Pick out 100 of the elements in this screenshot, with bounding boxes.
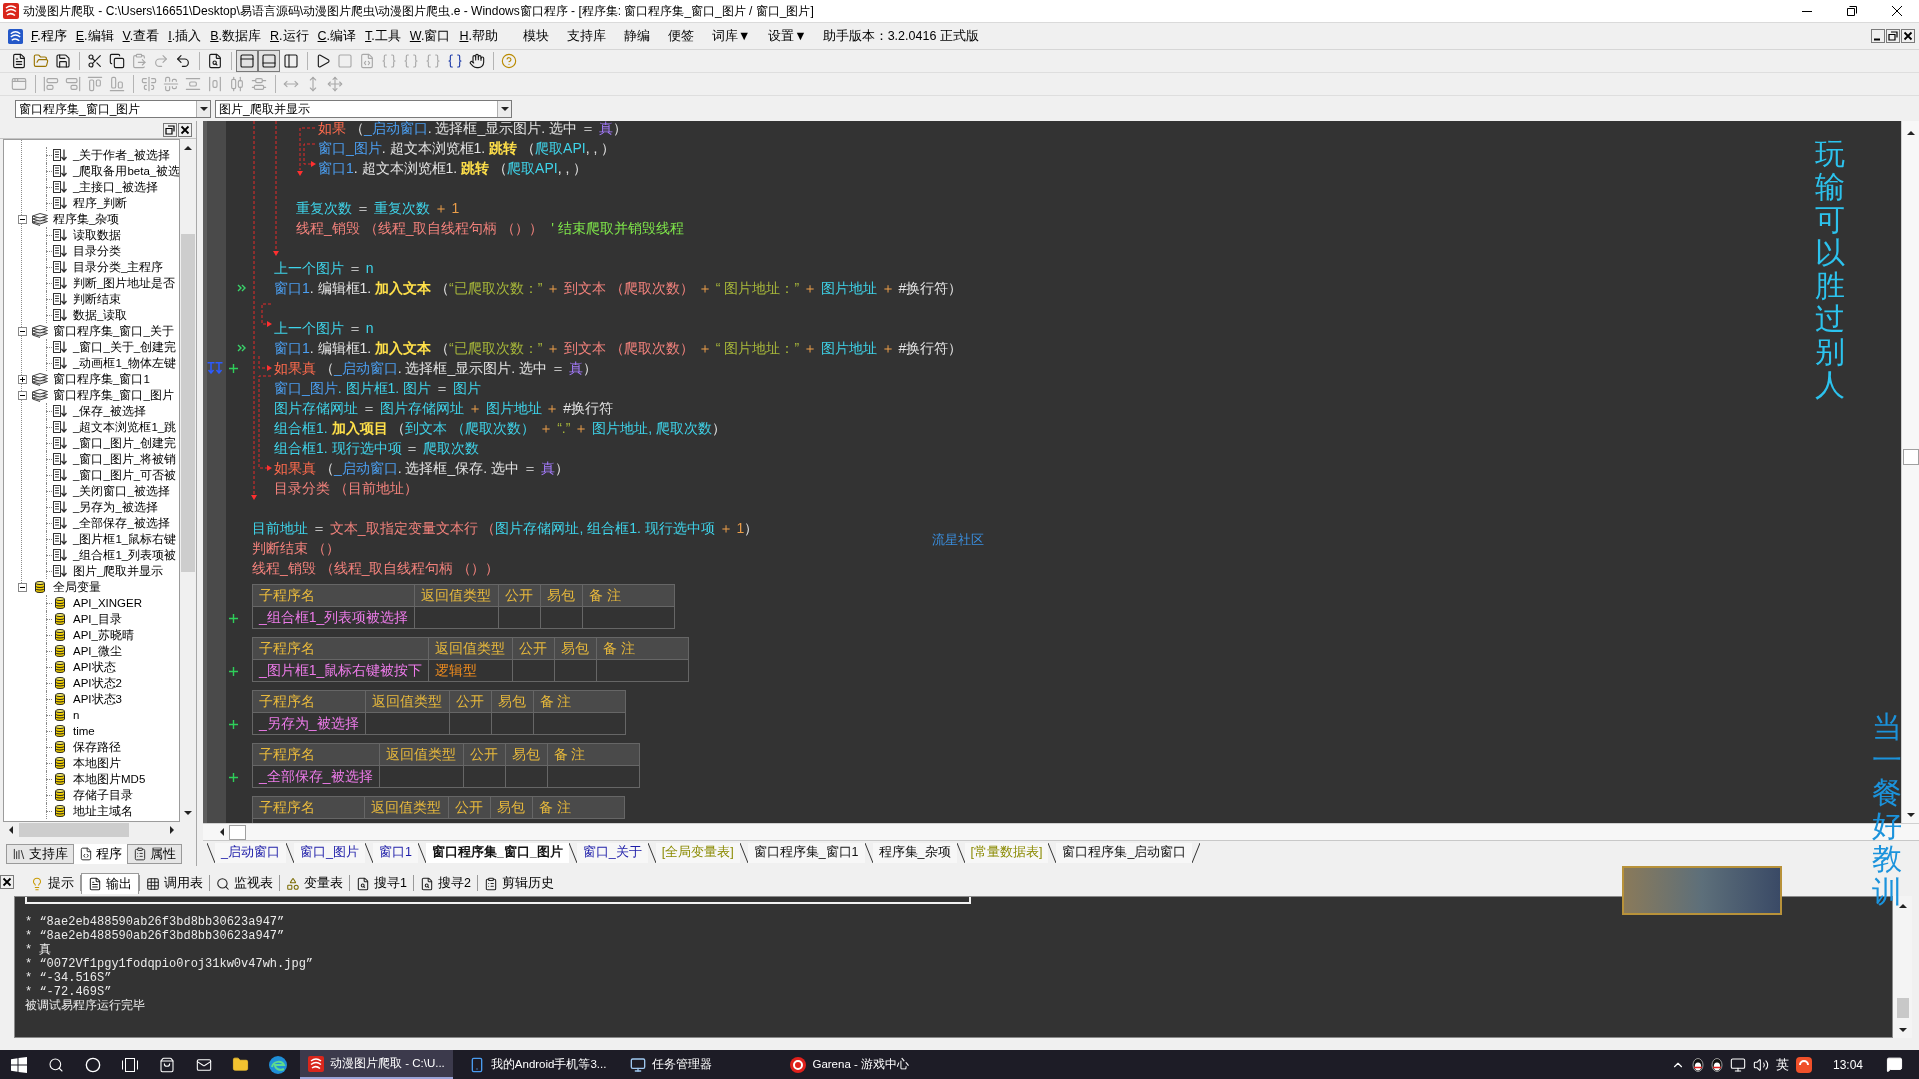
tree-item[interactable]: API状态3 [73,691,122,707]
panel-tab[interactable]: 属性 [127,844,182,864]
tree-item[interactable]: API_苏晓晴 [73,627,134,643]
editor-tab[interactable]: 窗口_关于 [576,842,648,863]
circle-icon[interactable] [84,1056,101,1073]
panel-tab[interactable]: 搜寻1 [350,873,413,894]
menu-item[interactable]: 词库▼ [711,28,751,44]
tree-item[interactable]: _组合框1_列表项被 [73,547,177,563]
tree-item[interactable]: 判断结束 [73,291,121,307]
tree-item[interactable]: 图片_爬取并显示 [73,563,164,579]
speaker-icon[interactable] [1752,1056,1769,1073]
right-arrow-icon[interactable] [170,826,174,834]
scrollbar-thumb[interactable] [1896,998,1909,1018]
plus-icon[interactable] [229,363,238,373]
editor-tab[interactable]: 程序集_杂项 [872,842,957,863]
tree-item[interactable]: 窗口程序集_窗口_关于 [53,323,174,339]
plus-icon[interactable] [229,613,238,623]
tree-item[interactable]: API_目录 [73,611,122,627]
tree-item[interactable]: 数据_读取 [73,307,128,323]
input-method-icon[interactable] [1795,1056,1812,1073]
copy-icon[interactable] [109,53,125,69]
expand-icon[interactable] [17,374,27,384]
tree-item[interactable]: _超文本浏览框1_跳 [73,419,177,435]
panel-tab[interactable]: 提示 [24,873,80,894]
editor-tab[interactable]: 窗口_图片 [293,842,365,863]
collapse-icon[interactable] [17,214,27,224]
editor-tab[interactable]: 窗口程序集_窗口1 [747,842,865,863]
menu-item[interactable]: W.窗口 [409,28,451,44]
plus-icon[interactable] [229,719,238,729]
taskbar-button[interactable]: Garena - 游戏中心 [782,1050,935,1079]
folder-icon[interactable] [232,1056,249,1073]
down-arrow-icon[interactable] [184,811,192,815]
plus-icon[interactable] [229,772,238,782]
tree-item[interactable]: _保存_被选择 [73,403,146,419]
tree-item[interactable]: 本地图片MD5 [73,771,146,787]
close-icon[interactable] [0,875,14,889]
menu-item[interactable]: R.运行 [270,28,309,44]
restore-icon[interactable] [163,122,177,137]
tree-item[interactable]: time [73,723,95,739]
scrollbar-thumb[interactable] [1902,449,1919,465]
scrollbar-thumb[interactable] [19,823,129,837]
panel-tab[interactable]: 监视表 [210,873,279,894]
left-arrow-icon[interactable] [9,826,13,834]
tree-item[interactable]: API_微尘 [73,643,122,659]
left-arrow-icon[interactable] [220,828,224,836]
tree-item[interactable]: 判断_图片地址是否 [73,275,176,291]
tree-item[interactable]: _窗口_图片_将被销 [73,451,177,467]
community-link[interactable]: 流星社区 [932,530,984,550]
tree-item[interactable]: _爬取备用beta_被选 [73,163,179,179]
collapse-icon[interactable] [17,390,27,400]
task-view-icon[interactable] [121,1057,138,1072]
tree-item[interactable]: _全部保存_被选择 [73,515,170,531]
tree-item[interactable]: 全局变量 [53,579,101,595]
tree-item[interactable]: API状态 [73,659,116,675]
tree-item[interactable]: 本地图片 [73,755,121,771]
selector-dropdown[interactable]: 图片_爬取并显示 [215,99,512,118]
close-icon[interactable] [1891,6,1902,16]
menu-item[interactable]: 设置▼ [768,28,807,44]
clock[interactable]: 13:04 [1832,1055,1863,1074]
menu-item[interactable]: C.编译 [317,28,357,44]
tree-item[interactable]: _图片框1_鼠标右键 [73,531,177,547]
scrollbar-thumb[interactable] [229,824,246,840]
scissors-icon[interactable] [87,53,103,69]
close-icon[interactable] [178,122,192,137]
tree-item[interactable]: 窗口程序集_窗口1 [53,371,150,387]
tree-item[interactable]: 保存路径 [73,739,121,755]
message-icon[interactable] [1886,1056,1903,1073]
search-icon[interactable] [47,1056,64,1073]
editor-tab[interactable]: 窗口程序集_启动窗口 [1056,842,1193,863]
scrollbar[interactable] [1901,121,1919,823]
menu-item[interactable]: I.插入 [168,28,202,44]
collapse-icon[interactable] [17,582,27,592]
tree-item[interactable]: _窗口_图片_可否被 [73,467,177,483]
input-language[interactable]: 英 [1775,1054,1789,1075]
taskbar-button[interactable]: 动漫图片爬取 - C:\U... [300,1050,453,1079]
panel-tab[interactable]: 支持库 [6,844,74,864]
tree-item[interactable]: API_XINGER [73,595,143,611]
tree-item[interactable]: 程序_判断 [73,195,128,211]
menu-item[interactable]: V.查看 [122,28,160,44]
down-arrow-icon[interactable] [1898,1028,1907,1032]
plus-icon[interactable] [229,666,238,676]
tree-item[interactable]: 读取数据 [73,227,121,243]
monitor-icon[interactable] [1729,1056,1746,1073]
tree-item[interactable]: 程序集_杂项 [53,211,120,227]
tree-item[interactable]: _动画框1_物体左键 [73,355,177,371]
magnifier-document-icon[interactable] [207,53,223,69]
menu-item[interactable]: F.程序 [31,28,67,44]
collapse-icon[interactable] [17,326,27,336]
braces-icon[interactable] [447,53,463,69]
tree-item[interactable]: 目录分类_主程序 [73,259,164,275]
tree-item[interactable]: _另存为_被选择 [73,499,158,515]
menu-item[interactable]: 静编 [623,28,650,44]
menu-item[interactable]: 支持库 [566,28,606,44]
editor-tab[interactable]: _启动窗口 [215,842,286,863]
editor-tab[interactable]: [常量数据表] [964,842,1049,863]
scrollbar-thumb[interactable] [181,234,195,572]
editor-tab[interactable]: 窗口1 [372,842,418,863]
menu-item[interactable]: E.编辑 [75,28,114,44]
panel-tab[interactable]: 输出 [81,873,139,894]
minimize-icon[interactable] [1871,29,1885,43]
